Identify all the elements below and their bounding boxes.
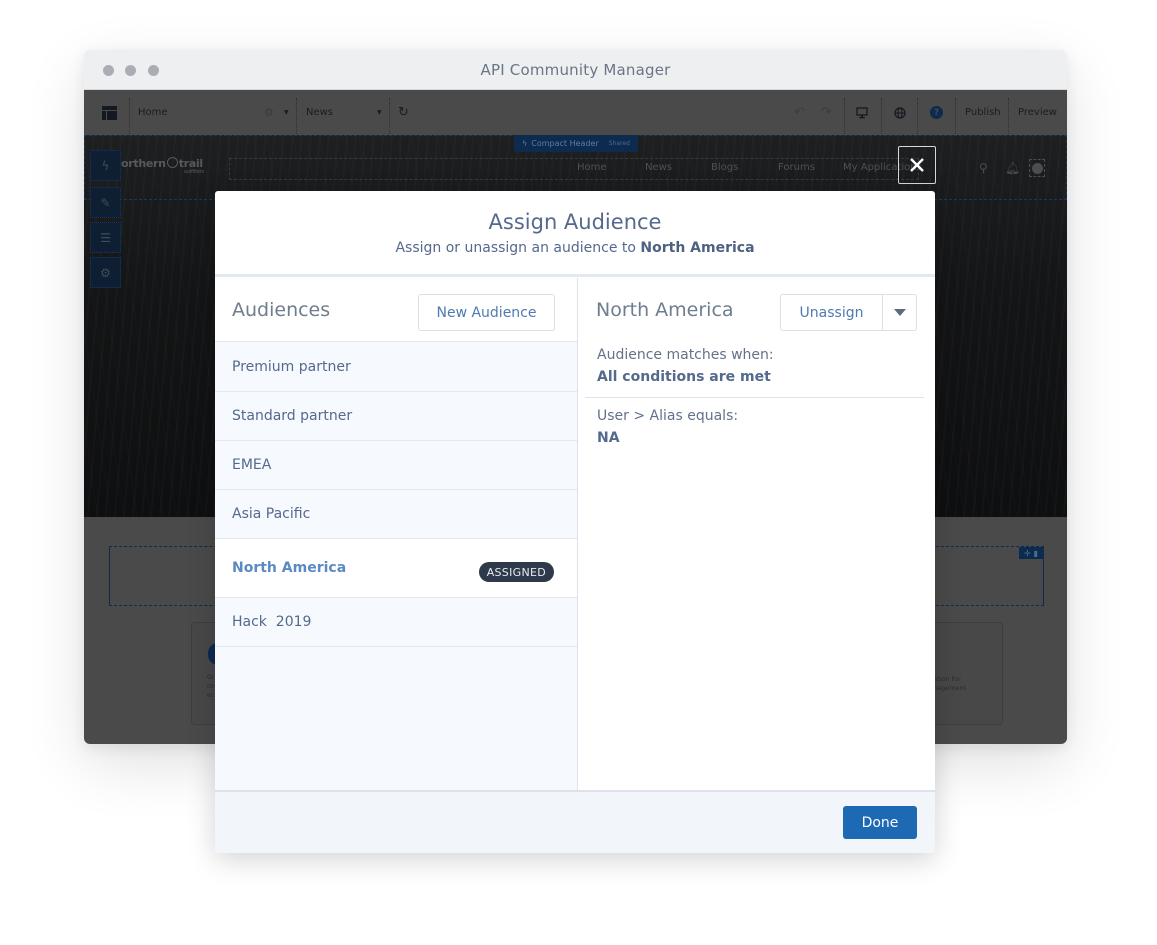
- chevron-down-icon: ▼: [284, 109, 289, 116]
- assigned-badge: ASSIGNED: [478, 562, 554, 582]
- close-icon: [910, 158, 924, 172]
- preview-button[interactable]: Preview: [1018, 90, 1057, 135]
- audience-detail-pane: North America Unassign Audience matches …: [578, 278, 935, 790]
- compact-header-tag: ϟ Compact Header Shared: [514, 135, 638, 152]
- audience-selector[interactable]: News ▼: [306, 90, 386, 135]
- page-settings-icon[interactable]: ⚙: [264, 106, 274, 119]
- help-button[interactable]: ?: [930, 90, 943, 135]
- audience-item[interactable]: Premium partner: [215, 343, 577, 392]
- audience-detail-title: North America: [596, 299, 734, 321]
- bell-icon[interactable]: 🔔︎: [1005, 161, 1020, 175]
- audience-item[interactable]: Hack 2019: [215, 598, 577, 647]
- caret-down-icon: [893, 309, 906, 316]
- divider: [585, 397, 924, 398]
- monitor-icon: [856, 106, 868, 118]
- redo-button[interactable]: ↷: [821, 90, 832, 135]
- globe-icon: [894, 106, 906, 119]
- unassign-split-button: Unassign: [780, 294, 917, 331]
- publish-button[interactable]: Publish: [965, 90, 1001, 135]
- audiences-title: Audiences: [232, 299, 331, 321]
- criteria-label: User > Alias equals:: [597, 408, 739, 424]
- audience-selector-label: News: [306, 107, 334, 118]
- language-button[interactable]: [894, 90, 906, 135]
- modal-subtitle: Assign or unassign an audience to North …: [395, 240, 755, 256]
- region-tools: ✛ ▮: [1019, 547, 1043, 559]
- page-structure-button[interactable]: ☰: [90, 222, 121, 253]
- lightning-icon: ϟ: [101, 158, 110, 173]
- match-value: All conditions are met: [597, 369, 771, 385]
- audiences-pane: Audiences New Audience Premium partner S…: [215, 278, 578, 790]
- audience-item[interactable]: EMEA: [215, 441, 577, 490]
- assign-audience-modal: Assign Audience Assign or unassign an au…: [215, 191, 935, 853]
- audience-item[interactable]: Standard partner: [215, 392, 577, 441]
- move-icon[interactable]: ✛: [1024, 549, 1031, 558]
- site-logo: orthern trail outfitters: [121, 157, 204, 175]
- new-audience-button[interactable]: New Audience: [418, 294, 555, 331]
- nav-item-home[interactable]: Home: [577, 162, 607, 173]
- unassign-button[interactable]: Unassign: [781, 295, 883, 330]
- modal-title: Assign Audience: [488, 210, 662, 234]
- nav-item-forums[interactable]: Forums: [778, 162, 815, 173]
- device-preview-button[interactable]: [856, 90, 868, 135]
- redo-icon: ↷: [821, 105, 832, 120]
- refresh-icon: ↻: [398, 105, 409, 120]
- criteria-value: NA: [597, 430, 620, 446]
- help-icon: ?: [930, 106, 943, 119]
- nav-item-news[interactable]: News: [645, 162, 672, 173]
- layout-icon: [102, 105, 117, 120]
- modal-header: Assign Audience Assign or unassign an au…: [215, 191, 935, 277]
- trash-icon[interactable]: ▮: [1034, 549, 1038, 558]
- card-text-left: Gr co ec: [207, 674, 215, 699]
- modal-footer: Done: [215, 790, 935, 853]
- title-bar: API Community Manager: [84, 50, 1067, 90]
- undo-button[interactable]: ↶: [794, 90, 805, 135]
- page-selector[interactable]: Home ⚙ ▼: [138, 90, 289, 135]
- layout-toggle-button[interactable]: [102, 90, 117, 135]
- nav-region: [229, 158, 919, 180]
- settings-tool-button[interactable]: ⚙: [90, 257, 121, 288]
- match-label: Audience matches when:: [597, 347, 774, 363]
- search-icon[interactable]: ⚲: [979, 161, 988, 175]
- subtitle-target: North America: [640, 240, 755, 256]
- theme-tool-button[interactable]: ✎: [90, 187, 121, 218]
- audience-item[interactable]: Asia Pacific: [215, 490, 577, 539]
- gear-icon: ⚙: [100, 265, 111, 280]
- audiences-pane-header: Audiences New Audience: [215, 278, 577, 342]
- undo-icon: ↶: [794, 105, 805, 120]
- brush-icon: ✎: [100, 195, 111, 210]
- lightning-tool-button[interactable]: ϟ: [90, 150, 121, 181]
- list-icon: ☰: [100, 230, 111, 245]
- more-actions-dropdown[interactable]: [883, 295, 916, 330]
- lightning-icon: ϟ: [522, 139, 528, 148]
- builder-toolbar: Home ⚙ ▼ News ▼ ↻ ↶ ↷ ? Publish Preview: [84, 90, 1067, 135]
- refresh-button[interactable]: ↻: [398, 90, 409, 135]
- page-selector-label: Home: [138, 107, 168, 118]
- user-avatar-icon[interactable]: [1029, 159, 1045, 177]
- nav-item-blogs[interactable]: Blogs: [711, 162, 738, 173]
- chevron-down-icon: ▼: [377, 109, 382, 116]
- audience-item-selected[interactable]: North America ASSIGNED: [215, 539, 577, 598]
- done-button[interactable]: Done: [843, 806, 917, 839]
- modal-close-button[interactable]: [898, 146, 936, 184]
- window-title: API Community Manager: [480, 61, 671, 79]
